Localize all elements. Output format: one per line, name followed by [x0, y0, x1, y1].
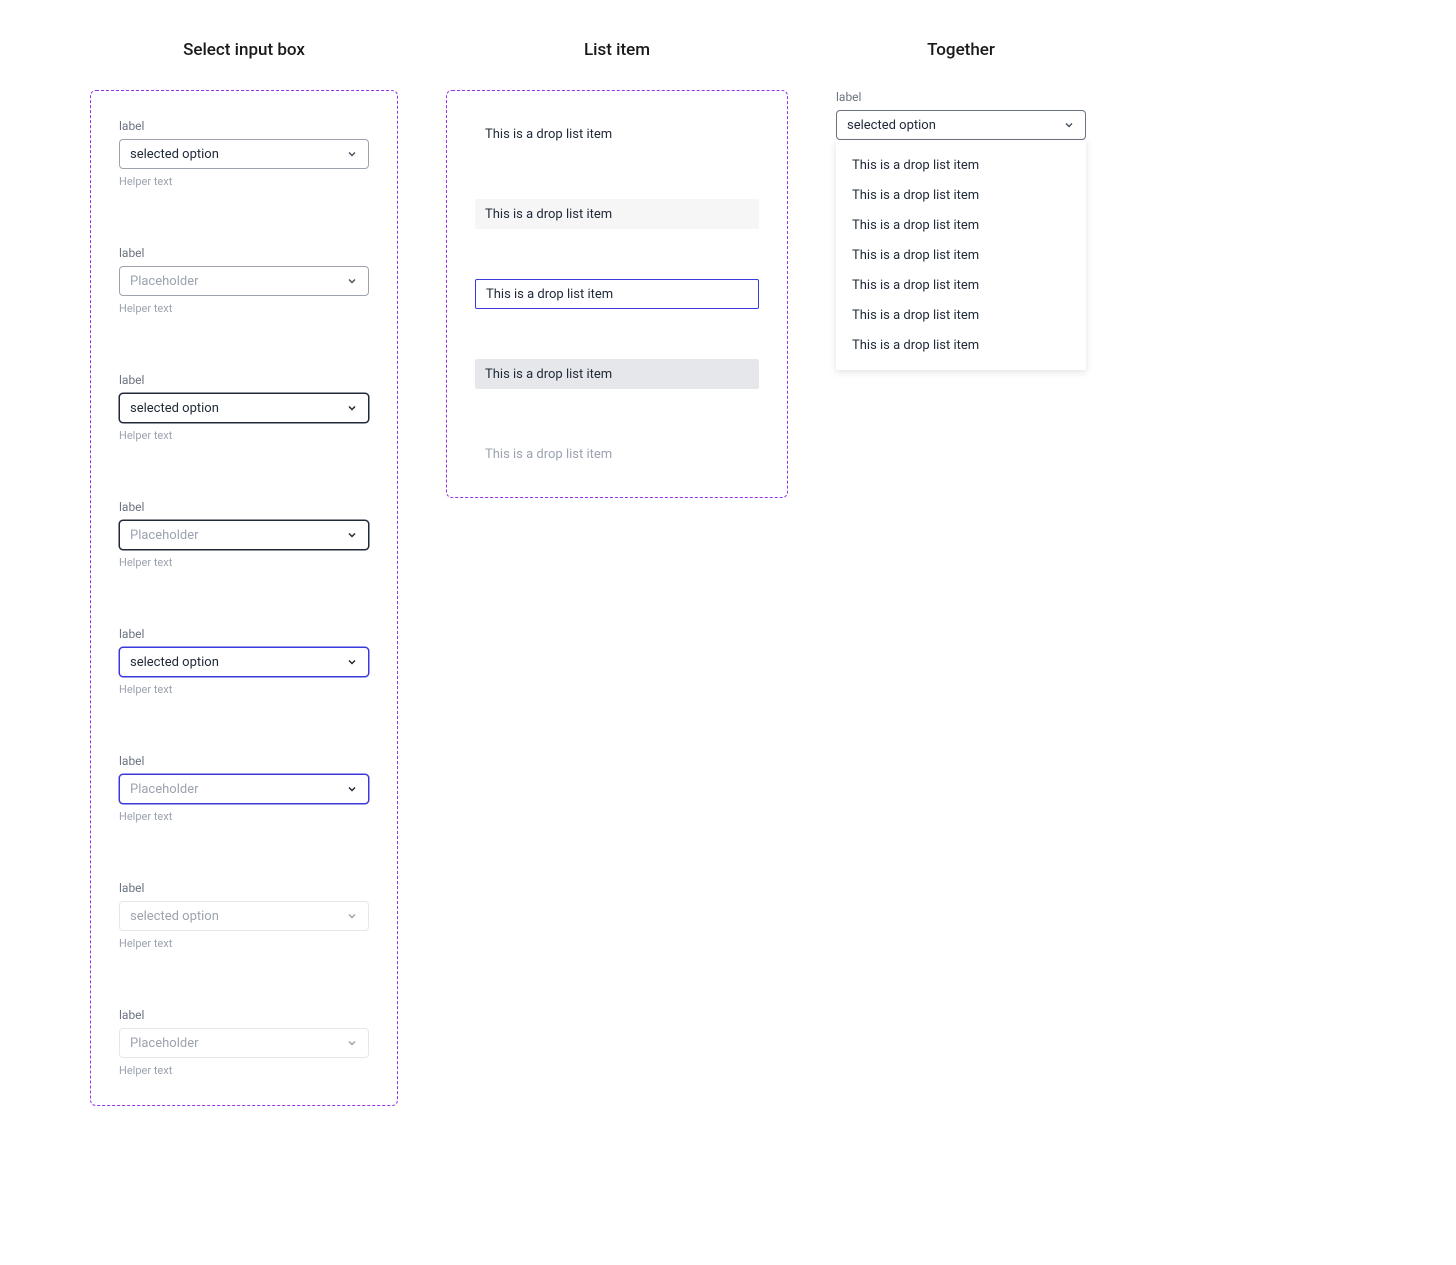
- select-input: Placeholder: [119, 1028, 369, 1058]
- chevron-down-icon: [346, 399, 358, 418]
- helper-text: Helper text: [119, 175, 369, 188]
- select-placeholder: Placeholder: [130, 782, 199, 797]
- select-value: selected option: [130, 655, 219, 670]
- helper-text: Helper text: [119, 810, 369, 823]
- helper-text: Helper text: [119, 1064, 369, 1077]
- select-label: label: [119, 246, 369, 260]
- select-value: selected option: [130, 909, 219, 924]
- chevron-down-icon: [1063, 116, 1075, 135]
- select-group: label selected option Helper text: [119, 627, 369, 696]
- select-variants-container: label selected option Helper text label Plac…: [90, 90, 398, 1106]
- dropdown-panel: This is a drop list itemThis is a drop l…: [836, 140, 1086, 370]
- dropdown-option[interactable]: This is a drop list item: [836, 240, 1086, 270]
- dropdown-option[interactable]: This is a drop list item: [836, 210, 1086, 240]
- chevron-down-icon: [346, 780, 358, 799]
- together-column: Together label selected option This is a…: [836, 40, 1086, 370]
- select-placeholder: Placeholder: [130, 274, 199, 289]
- column-title-together: Together: [836, 40, 1086, 60]
- list-item[interactable]: This is a drop list item: [475, 359, 759, 389]
- select-input[interactable]: Placeholder: [119, 774, 369, 804]
- dropdown-option[interactable]: This is a drop list item: [836, 270, 1086, 300]
- select-input[interactable]: Placeholder: [119, 520, 369, 550]
- select-group: label Placeholder Helper text: [119, 246, 369, 315]
- select-group: label selected option Helper text: [119, 119, 369, 188]
- chevron-down-icon: [346, 526, 358, 545]
- helper-text: Helper text: [119, 302, 369, 315]
- chevron-down-icon: [346, 1034, 358, 1053]
- select-label: label: [119, 627, 369, 641]
- select-input[interactable]: selected option: [119, 139, 369, 169]
- dropdown-option[interactable]: This is a drop list item: [836, 330, 1086, 360]
- chevron-down-icon: [346, 907, 358, 926]
- select-value: selected option: [847, 118, 936, 133]
- dropdown-option[interactable]: This is a drop list item: [836, 180, 1086, 210]
- select-label: label: [836, 90, 1086, 104]
- select-input-box-column: Select input box label selected option Hel…: [90, 40, 398, 1106]
- list-item: This is a drop list item: [475, 439, 759, 469]
- list-item[interactable]: This is a drop list item: [475, 279, 759, 309]
- chevron-down-icon: [346, 653, 358, 672]
- dropdown-option[interactable]: This is a drop list item: [836, 300, 1086, 330]
- select-input[interactable]: selected option: [836, 110, 1086, 140]
- column-title-select: Select input box: [90, 40, 398, 60]
- select-input[interactable]: selected option: [119, 647, 369, 677]
- select-value: selected option: [130, 147, 219, 162]
- select-input[interactable]: Placeholder: [119, 266, 369, 296]
- select-group: label Placeholder Helper text: [119, 754, 369, 823]
- helper-text: Helper text: [119, 556, 369, 569]
- select-label: label: [119, 881, 369, 895]
- list-item[interactable]: This is a drop list item: [475, 199, 759, 229]
- list-item[interactable]: This is a drop list item: [475, 119, 759, 149]
- select-label: label: [119, 119, 369, 133]
- chevron-down-icon: [346, 272, 358, 291]
- dropdown-option[interactable]: This is a drop list item: [836, 150, 1086, 180]
- helper-text: Helper text: [119, 683, 369, 696]
- select-label: label: [119, 1008, 369, 1022]
- select-label: label: [119, 373, 369, 387]
- chevron-down-icon: [346, 145, 358, 164]
- select-group: label selected option Helper text: [119, 373, 369, 442]
- select-group: label Placeholder Helper text: [119, 1008, 369, 1077]
- select-group: label Placeholder Helper text: [119, 500, 369, 569]
- select-placeholder: Placeholder: [130, 528, 199, 543]
- select-group: label selected option Helper text: [119, 881, 369, 950]
- list-item-variants-container: This is a drop list item This is a drop l…: [446, 90, 788, 498]
- select-label: label: [119, 500, 369, 514]
- helper-text: Helper text: [119, 937, 369, 950]
- select-input[interactable]: selected option: [119, 393, 369, 423]
- select-placeholder: Placeholder: [130, 1036, 199, 1051]
- select-value: selected option: [130, 401, 219, 416]
- select-label: label: [119, 754, 369, 768]
- select-input: selected option: [119, 901, 369, 931]
- list-item-column: List item This is a drop list itemThis i…: [446, 40, 788, 498]
- column-title-list: List item: [446, 40, 788, 60]
- together-select-group: label selected option This is a drop lis…: [836, 90, 1086, 370]
- helper-text: Helper text: [119, 429, 369, 442]
